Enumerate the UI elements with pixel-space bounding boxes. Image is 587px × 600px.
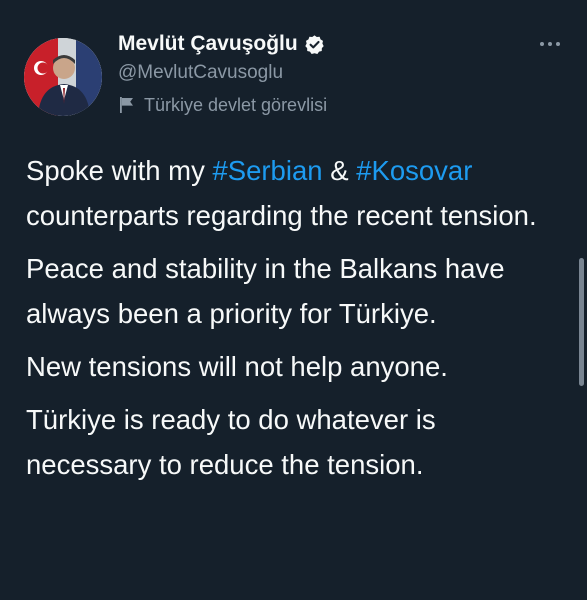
flag-icon	[118, 96, 136, 114]
hashtag-serbian-link[interactable]: #Serbian	[212, 155, 322, 186]
author-handle[interactable]: @MevlutCavusoglu	[118, 62, 283, 84]
scrollbar-thumb[interactable]	[579, 258, 584, 386]
government-label[interactable]: Türkiye devlet görevlisi	[118, 93, 327, 117]
tweet-paragraph-4: Türkiye is ready to do whatever is neces…	[26, 404, 436, 480]
author-name-row[interactable]: Mevlüt Çavuşoğlu	[118, 29, 325, 59]
tweet-text-segment: &	[322, 155, 357, 186]
avatar-image	[24, 38, 102, 116]
verified-badge-icon	[304, 34, 325, 55]
government-label-text: Türkiye devlet görevlisi	[144, 94, 328, 115]
tweet-paragraph-2: Peace and stability in the Balkans have …	[26, 253, 505, 329]
author-display-name[interactable]: Mevlüt Çavuşoğlu	[118, 32, 298, 56]
tweet-text: Spoke with my #Serbian & #Kosovar counte…	[26, 148, 566, 495]
tweet-text-segment: Spoke with my	[26, 155, 213, 186]
tweet-paragraph-1: Spoke with my #Serbian & #Kosovar counte…	[26, 148, 566, 238]
avatar[interactable]	[24, 38, 102, 116]
tweet-paragraph-3: New tensions will not help anyone.	[26, 351, 448, 382]
tweet-card: Mevlüt Çavuşoğlu @MevlutCavusoglu Türkiy…	[0, 0, 587, 600]
hashtag-kosovar-link[interactable]: #Kosovar	[356, 155, 472, 186]
more-options-button[interactable]	[533, 32, 567, 56]
more-icon	[540, 42, 560, 46]
tweet-text-segment: counterparts regarding the recent tensio…	[26, 200, 537, 231]
